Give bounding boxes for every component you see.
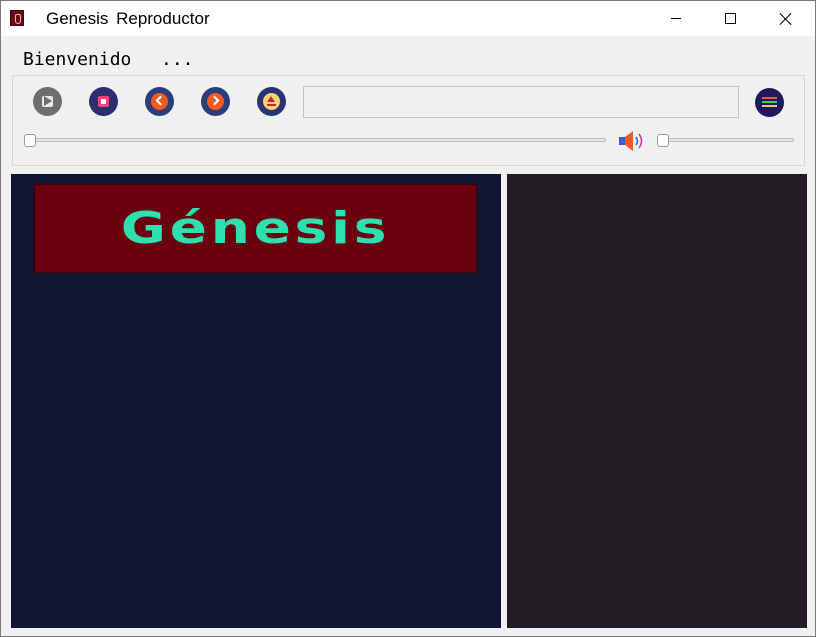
playlist-icon-line: [762, 105, 777, 107]
volume-slider-track[interactable]: [660, 138, 794, 142]
maximize-button[interactable]: [707, 1, 753, 36]
next-icon: [209, 95, 220, 106]
title-bar[interactable]: Genesis Reproductor: [1, 1, 815, 36]
playlist-button[interactable]: [755, 88, 784, 117]
play-icon: [44, 96, 52, 106]
minimize-button[interactable]: [653, 1, 699, 36]
banner-logo-text: Génesis: [120, 203, 391, 254]
volume-slider-thumb[interactable]: [657, 134, 669, 147]
previous-button[interactable]: [145, 87, 174, 116]
eject-bar: [267, 104, 276, 106]
eject-button[interactable]: [257, 87, 286, 116]
track-title-field[interactable]: [303, 86, 739, 118]
app-window: Genesis Reproductor Bienvenido ... Génes…: [0, 0, 816, 637]
genesis-banner: Génesis: [34, 184, 477, 273]
close-button[interactable]: [763, 1, 809, 36]
speaker-icon[interactable]: [618, 130, 646, 152]
seek-slider-track[interactable]: [24, 138, 606, 142]
window-title: Genesis Reproductor: [46, 9, 210, 28]
playlist-panel[interactable]: [507, 174, 807, 628]
eject-icon: [267, 96, 275, 102]
stop-icon: [101, 99, 106, 104]
next-button[interactable]: [201, 87, 230, 116]
app-logo-icon: [10, 10, 24, 26]
playlist-icon-line: [762, 101, 777, 103]
stop-button[interactable]: [89, 87, 118, 116]
playlist-icon: [762, 97, 777, 99]
previous-icon: [155, 95, 166, 106]
menu-more[interactable]: ...: [161, 49, 194, 70]
minimize-icon: [671, 18, 681, 19]
close-icon: [780, 13, 792, 25]
maximize-icon: [724, 13, 736, 24]
menu-bienvenido[interactable]: Bienvenido: [23, 49, 131, 70]
seek-slider-thumb[interactable]: [24, 134, 36, 147]
play-button[interactable]: [33, 87, 62, 116]
